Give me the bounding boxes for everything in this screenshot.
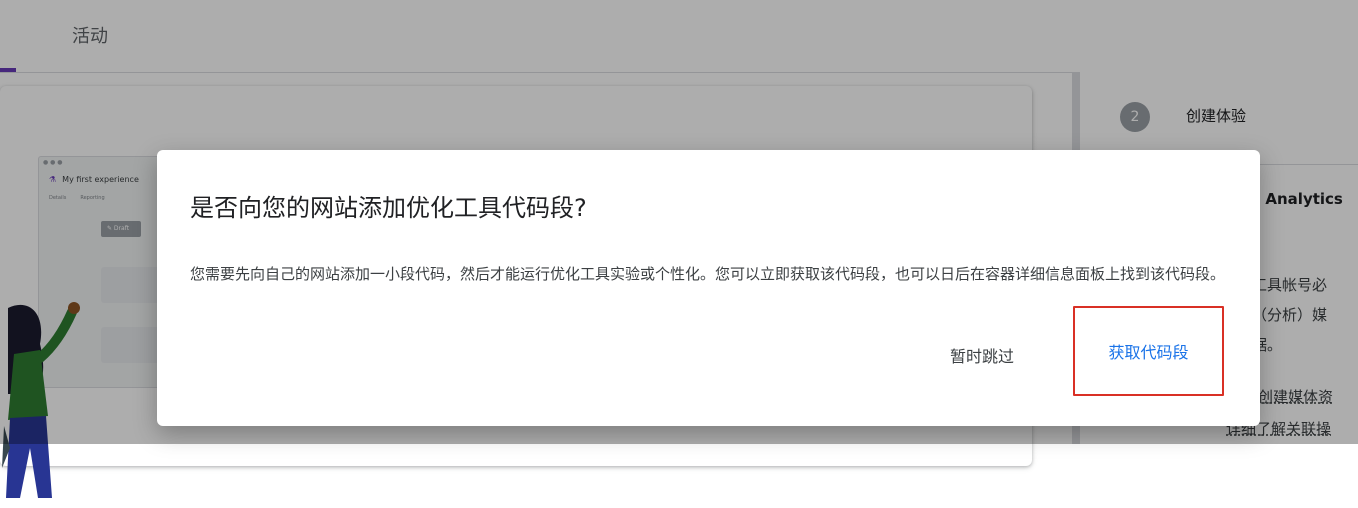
get-snippet-button[interactable]: 获取代码段: [1073, 306, 1224, 396]
page-background: 活动 ● ● ● ⚗ My first experience Details Rep…: [0, 0, 1358, 498]
dialog-title: 是否向您的网站添加优化工具代码段?: [190, 194, 587, 222]
skip-button[interactable]: 暂时跳过: [950, 343, 1014, 367]
add-snippet-dialog: 是否向您的网站添加优化工具代码段? 您需要先向自己的网站添加一小段代码，然后才能…: [157, 150, 1260, 426]
dialog-body: 您需要先向自己的网站添加一小段代码，然后才能运行优化工具实验或个性化。您可以立即…: [190, 265, 1226, 283]
